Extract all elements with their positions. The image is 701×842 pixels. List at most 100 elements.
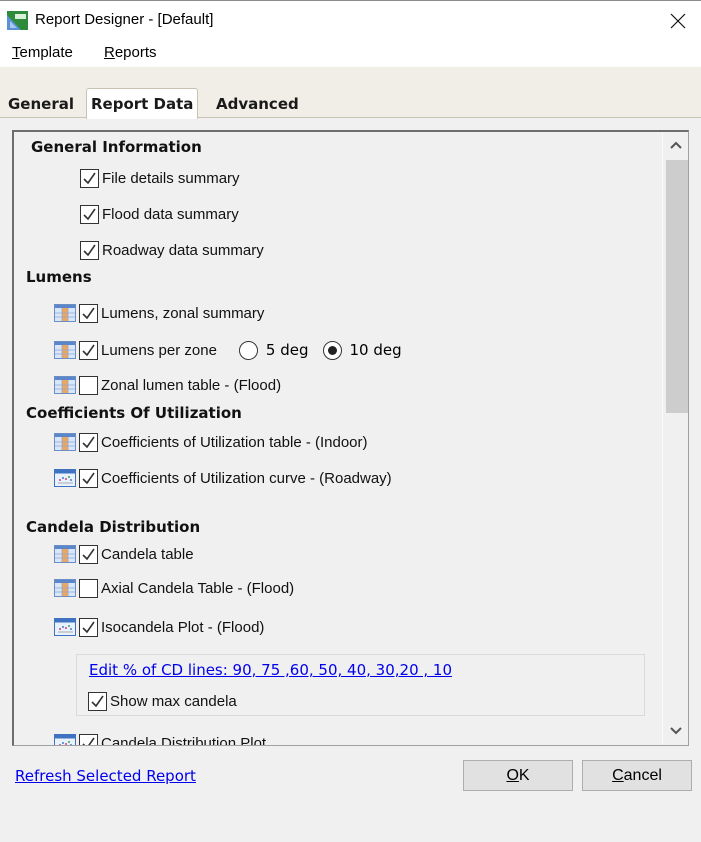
checkbox[interactable] [80,168,99,188]
refresh-selected-report-link[interactable]: Refresh Selected Report [15,767,196,785]
window-title: Report Designer - [Default] [35,11,214,28]
checkbox[interactable] [79,432,98,452]
option-label: Isocandela Plot - (Flood) [101,618,265,636]
check-icon [82,307,95,319]
check-icon [82,344,95,356]
checkbox[interactable] [79,375,98,395]
option-candela-distribution-plot[interactable]: Candela Distribution Plot [54,732,267,746]
section-coefficients-of-utilization: Coefficients Of Utilization [26,404,242,422]
check-icon [82,436,95,448]
menu-reports-label: eports [114,44,157,61]
table-icon [54,376,76,394]
scroll-up-button[interactable] [663,132,688,158]
title-bar: Report Designer - [Default] [0,0,701,40]
report-designer-icon [7,11,28,30]
ok-button[interactable]: OK [463,760,573,791]
option-label: Show max candela [110,692,237,710]
scroll-down-button[interactable] [663,718,688,744]
chart-icon [54,469,76,487]
radio-5-deg[interactable] [238,340,258,360]
checkbox[interactable] [80,240,99,260]
radio-5-deg-label: 5 deg [265,341,309,359]
menu-reports-mnemonic: R [104,44,115,61]
table-icon [54,545,76,563]
option-label: Zonal lumen table - (Flood) [101,376,282,394]
menu-reports[interactable]: Reports [104,44,157,61]
option-flood-data-summary[interactable]: Flood data summary [80,203,239,225]
option-cu-table-indoor[interactable]: Coefficients of Utilization table - (Ind… [54,431,368,453]
option-label: Roadway data summary [102,241,264,259]
table-icon [54,341,76,359]
chart-icon [54,734,76,745]
tab-report-data[interactable]: Report Data [86,88,199,119]
option-candela-table[interactable]: Candela table [54,543,194,565]
checkbox[interactable] [79,468,98,488]
tab-advanced[interactable]: Advanced [212,93,303,118]
close-icon [670,13,686,29]
checkbox[interactable] [79,578,98,598]
table-icon [54,304,76,322]
table-icon [54,433,76,451]
option-axial-candela-table[interactable]: Axial Candela Table - (Flood) [54,577,294,599]
radio-selected-dot [327,345,337,355]
option-cu-curve-roadway[interactable]: Coefficients of Utilization curve - (Roa… [54,467,392,489]
cancel-mnemonic: C [612,766,624,784]
edit-cd-lines-link[interactable]: Edit % of CD lines: 90, 75 ,60, 50, 40, … [89,661,452,679]
menu-template[interactable]: Template [12,44,73,61]
option-lumens-zonal-summary[interactable]: Lumens, zonal summary [54,302,264,324]
option-lumens-per-zone[interactable]: Lumens per zone 5 deg 10 deg [54,339,416,361]
checkbox[interactable] [79,617,98,637]
tab-general[interactable]: General [4,93,78,118]
option-label: Flood data summary [102,205,239,223]
option-isocandela-plot[interactable]: Isocandela Plot - (Flood) [54,616,264,638]
ok-mnemonic: O [506,766,519,784]
check-icon [82,621,95,633]
cancel-button[interactable]: Cancel [582,760,692,791]
option-label: Candela table [101,545,194,563]
section-candela-distribution: Candela Distribution [26,518,201,536]
close-button[interactable] [655,1,701,41]
option-zonal-lumen-table[interactable]: Zonal lumen table - (Flood) [54,374,281,396]
section-general-information: General Information [31,138,202,156]
checkbox[interactable] [88,691,107,711]
checkbox[interactable] [79,340,98,360]
option-label: File details summary [102,169,240,187]
vertical-scrollbar[interactable] [662,132,688,744]
option-label: Coefficients of Utilization curve - (Roa… [101,469,392,487]
check-icon [83,172,96,184]
option-label: Axial Candela Table - (Flood) [101,579,295,597]
option-show-max-candela[interactable]: Show max candela [88,690,237,712]
section-lumens: Lumens [26,268,92,286]
chevron-up-icon [670,141,682,149]
chart-icon [54,618,76,636]
tab-strip: General Report Data Advanced [0,67,701,119]
report-options-list: General Information File details summary… [14,132,660,746]
option-label: Coefficients of Utilization table - (Ind… [101,433,368,451]
check-icon [83,244,96,256]
menu-bar: Template Reports [0,40,701,67]
check-icon [82,737,95,745]
checkbox[interactable] [80,204,99,224]
cancel-label: ancel [623,766,662,784]
check-icon [82,472,95,484]
checkbox[interactable] [79,733,98,745]
chevron-down-icon [670,727,682,735]
option-label: Lumens, zonal summary [101,304,265,322]
scroll-thumb[interactable] [666,160,688,413]
check-icon [91,695,104,707]
option-label: Lumens per zone [101,341,217,359]
check-icon [83,208,96,220]
ok-label: K [518,766,530,784]
radio-10-deg[interactable] [322,340,342,360]
menu-template-mnemonic: T [12,44,20,61]
checkbox[interactable] [79,303,98,323]
option-file-details-summary[interactable]: File details summary [80,167,240,189]
option-roadway-data-summary[interactable]: Roadway data summary [80,239,264,261]
table-icon [54,579,76,597]
option-label: Candela Distribution Plot [101,734,267,746]
report-data-panel: General Information File details summary… [12,130,689,746]
checkbox[interactable] [79,544,98,564]
isocandela-options-box: Edit % of CD lines: 90, 75 ,60, 50, 40, … [76,654,645,716]
check-icon [82,548,95,560]
menu-template-label: emplate [19,44,73,61]
